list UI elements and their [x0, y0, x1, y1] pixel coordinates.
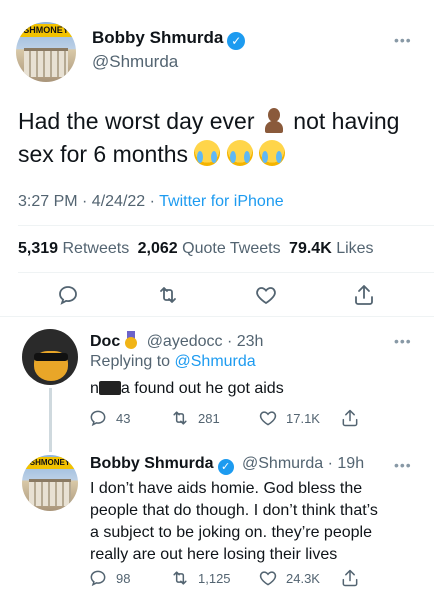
share-icon — [342, 409, 358, 427]
reply-button[interactable] — [56, 283, 80, 307]
reply2-retweet-button[interactable]: 1,125 — [170, 568, 231, 588]
reply2-line: I don’t have aids homie. God bless the — [90, 480, 363, 497]
reply2-header: Bobby Shmurda ✓ @Shmurda · 19h — [90, 455, 364, 475]
like-icon — [259, 411, 277, 426]
retweet-count: 281 — [198, 410, 220, 426]
main-author[interactable]: Bobby Shmurda ✓ — [92, 28, 246, 50]
retweets-count: 5,319 — [18, 240, 59, 257]
reply2-line: people that do though. I don’t think tha… — [90, 502, 378, 519]
reply2-line: really are out here losing their lives — [90, 546, 338, 563]
replying-handle[interactable]: @Shmurda — [175, 353, 256, 370]
loudly-crying-emoji-icon — [194, 140, 221, 166]
tweet-text-part1: Had the worst day ever — [18, 108, 255, 134]
share-icon — [355, 285, 373, 305]
avatar-building-graphic — [29, 479, 71, 506]
main-handle[interactable]: @Shmurda — [92, 52, 178, 72]
retweet-icon — [173, 411, 187, 425]
reply-count: 98 — [116, 570, 131, 586]
retweet-count: 1,125 — [198, 570, 231, 586]
loudly-crying-emoji-icon — [226, 140, 253, 166]
reply1-replying-to: Replying to @Shmurda — [90, 353, 256, 371]
reply2-reply-button[interactable]: 98 — [88, 568, 130, 588]
reply1-handle-time[interactable]: @ayedocc · 23h — [147, 333, 264, 350]
retweets-label: Retweets — [62, 240, 130, 257]
main-avatar[interactable]: SHMONEY — [16, 22, 76, 82]
reply1-header: Doc @ayedocc · 23h — [90, 331, 263, 351]
avatar-banner: SHMONEY — [24, 457, 76, 469]
likes-count: 79.4K — [289, 240, 332, 257]
tweet-text-part3: sex for 6 months — [18, 141, 189, 167]
reply2-handle-time[interactable]: @Shmurda · 19h — [242, 455, 364, 472]
retweet-icon — [160, 287, 176, 303]
retweets-stat[interactable]: 5,319 Retweets — [18, 240, 129, 257]
tweet-meta: 3:27 PM · 4/24/22 · Twitter for iPhone — [18, 193, 284, 211]
more-icon[interactable]: ••• — [394, 333, 412, 349]
quotes-label: Quote Tweets — [182, 240, 281, 257]
tweet-source[interactable]: Twitter for iPhone — [159, 193, 284, 210]
medal-emoji-icon — [124, 331, 138, 349]
like-count: 24.3K — [286, 570, 320, 586]
share-button[interactable] — [352, 283, 376, 307]
reply1-like-button[interactable]: 17.1K — [258, 408, 320, 428]
likes-label: Likes — [336, 240, 374, 257]
main-tweet-text: Had the worst day ever not having sex fo… — [18, 105, 428, 171]
reply2-display-name[interactable]: Bobby Shmurda — [90, 455, 214, 472]
quotes-count: 2,062 — [137, 240, 178, 257]
reply2-like-button[interactable]: 24.3K — [258, 568, 320, 588]
reply-icon — [90, 570, 106, 587]
avatar-banner: SHMONEY — [18, 24, 74, 37]
thread-line — [49, 388, 52, 452]
reply1-share-button[interactable] — [340, 408, 360, 428]
reply1-reply-button[interactable]: 43 — [88, 408, 130, 428]
divider — [18, 225, 434, 226]
avatar-building-graphic — [24, 48, 68, 77]
likes-stat[interactable]: 79.4K Likes — [289, 240, 374, 257]
like-count: 17.1K — [286, 410, 320, 426]
reply-icon — [90, 410, 106, 427]
like-button[interactable] — [254, 283, 278, 307]
retweet-button[interactable] — [156, 283, 180, 307]
quotes-stat[interactable]: 2,062 Quote Tweets — [138, 240, 281, 257]
more-icon[interactable]: ••• — [394, 32, 412, 48]
reply2-text: I don’t have aids homie. God bless the p… — [90, 478, 378, 566]
main-display-name[interactable]: Bobby Shmurda — [92, 28, 223, 47]
like-icon — [256, 287, 276, 305]
retweet-icon — [173, 571, 187, 585]
reply2-share-button[interactable] — [340, 568, 360, 588]
verified-icon: ✓ — [217, 459, 234, 475]
reply1-avatar[interactable] — [22, 329, 78, 385]
reply-count: 43 — [116, 410, 131, 426]
divider — [18, 272, 434, 273]
reply1-retweet-button[interactable]: 281 — [170, 408, 220, 428]
replying-label: Replying to — [90, 353, 171, 370]
verified-icon: ✓ — [227, 32, 246, 50]
reply1-text-prefix: n — [90, 380, 99, 397]
more-icon[interactable]: ••• — [394, 457, 412, 473]
redaction-mark — [98, 381, 121, 395]
person-shrugging-emoji-icon — [261, 107, 287, 133]
reply1-text: n a found out he got aids — [90, 380, 284, 398]
avatar-sunglasses — [34, 353, 68, 361]
reply1-text-body: a found out he got aids — [120, 380, 284, 397]
reply-icon — [59, 286, 77, 305]
reply2-avatar[interactable]: SHMONEY — [22, 455, 78, 511]
engagement-stats: 5,319 Retweets 2,062 Quote Tweets 79.4K … — [18, 240, 374, 258]
like-icon — [259, 571, 277, 586]
share-icon — [342, 569, 358, 587]
tweet-text-part2: not having — [293, 108, 400, 134]
reply1-display-name[interactable]: Doc — [90, 333, 120, 350]
divider — [0, 316, 434, 317]
loudly-crying-emoji-icon — [259, 140, 286, 166]
tweet-time[interactable]: 3:27 PM · 4/24/22 · — [18, 193, 155, 210]
reply2-line: a subject to be joking on. they’re peopl… — [90, 524, 372, 541]
